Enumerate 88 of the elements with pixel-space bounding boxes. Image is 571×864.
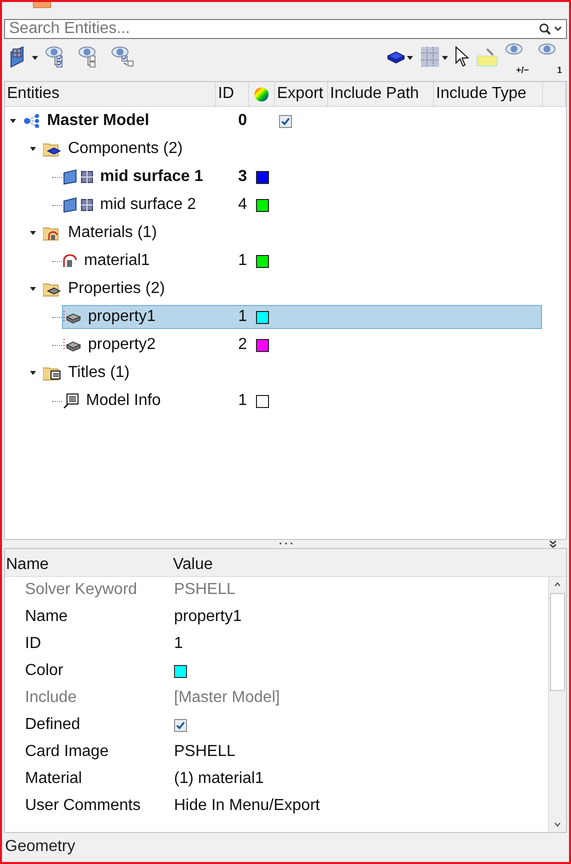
- tree-row[interactable]: material1 1: [62, 249, 542, 274]
- network-icon: [23, 114, 40, 128]
- entity-name: mid surface 2: [100, 196, 196, 214]
- collapse-icon[interactable]: [549, 540, 557, 548]
- property-name: Solver Keyword: [25, 581, 138, 600]
- folder-icon: [43, 281, 61, 298]
- material-icon: [63, 254, 77, 268]
- tree-row[interactable]: property1 1: [62, 305, 542, 330]
- property-icon: [63, 310, 81, 324]
- entity-name: property2: [88, 336, 156, 354]
- search-field[interactable]: Search Entities...: [4, 18, 567, 39]
- column-header[interactable]: Export: [275, 82, 328, 106]
- tree-row[interactable]: mid surface 2 4: [62, 193, 542, 218]
- folder-icon: [43, 141, 61, 158]
- property-name: Name: [25, 608, 69, 626]
- checkbox[interactable]: [174, 718, 187, 732]
- grip-icon[interactable]: [278, 542, 292, 546]
- property-name: Include: [25, 689, 78, 708]
- tree-row[interactable]: Materials (1): [42, 221, 542, 246]
- entity-name: Titles (1): [68, 364, 130, 382]
- property-icon: [63, 338, 81, 352]
- color-swatch[interactable]: [256, 338, 269, 352]
- column-header[interactable]: Entities: [5, 82, 216, 106]
- surface-icon: [63, 197, 77, 214]
- entity-id: 1: [237, 308, 248, 326]
- checkbox[interactable]: [279, 114, 292, 128]
- note-icon: [63, 393, 79, 410]
- entity-name: property1: [88, 308, 156, 326]
- color-swatch[interactable]: [256, 394, 269, 408]
- folder-icon: [43, 225, 61, 242]
- property-value: PSHELL: [174, 581, 236, 598]
- eye-label: +/−: [516, 65, 529, 76]
- color-swatch[interactable]: [256, 170, 269, 184]
- color-wheel-icon[interactable]: [254, 86, 269, 102]
- caret-icon[interactable]: [553, 24, 563, 33]
- tree-row[interactable]: Model Info 1: [62, 389, 542, 414]
- column-header[interactable]: Value: [172, 556, 566, 574]
- color-swatch[interactable]: [256, 198, 269, 212]
- column-header[interactable]: Include Path: [328, 82, 434, 106]
- property-name: User Comments: [25, 797, 142, 816]
- folder-icon: [43, 365, 61, 382]
- highlight-icon[interactable]: [476, 47, 498, 68]
- color-swatch[interactable]: [256, 254, 269, 268]
- column-header[interactable]: Name: [5, 556, 172, 574]
- property-name: Defined: [25, 716, 82, 734]
- mesh-icon: [81, 199, 93, 212]
- entity-id: 1: [237, 392, 248, 410]
- entity-id: 2: [237, 336, 248, 354]
- status-text: Geometry: [5, 838, 76, 856]
- property-name: Material: [25, 770, 83, 788]
- scroll-thumb[interactable]: [550, 592, 565, 691]
- entity-name: Master Model: [47, 112, 150, 130]
- entity-id: 1: [237, 252, 248, 270]
- entity-name: Properties (2): [68, 280, 165, 298]
- color-swatch[interactable]: [256, 310, 269, 324]
- eye-label: 1: [556, 65, 562, 76]
- entity-id: 4: [237, 196, 248, 214]
- property-value: PSHELL: [174, 743, 236, 760]
- property-value: Hide In Menu/Export: [174, 797, 320, 814]
- solid-box-icon[interactable]: [387, 50, 405, 64]
- column-header[interactable]: ID: [216, 82, 249, 106]
- property-name: ID: [25, 635, 42, 654]
- entity-id: 3: [237, 168, 248, 186]
- color-swatch[interactable]: [174, 664, 187, 678]
- property-value: [Master Model]: [174, 689, 280, 706]
- tree-row[interactable]: Properties (2): [42, 277, 542, 302]
- search-icon[interactable]: [539, 22, 551, 35]
- scrollbar[interactable]: [548, 576, 566, 832]
- tree-row[interactable]: property2 2: [62, 333, 542, 358]
- tree-row[interactable]: Titles (1): [42, 361, 542, 386]
- property-name: Color: [25, 662, 64, 680]
- cursor-icon[interactable]: [455, 46, 469, 68]
- entity-name: Model Info: [86, 392, 161, 410]
- entity-name: mid surface 1: [100, 168, 204, 186]
- entity-name: material1: [84, 252, 150, 270]
- column-header[interactable]: Include Type: [434, 82, 543, 106]
- property-value: (1) material1: [174, 770, 264, 788]
- surface-icon: [63, 169, 77, 186]
- tree-row[interactable]: mid surface 1 3: [62, 165, 542, 190]
- tree-row[interactable]: Components (2): [42, 137, 542, 162]
- entity-name: Components (2): [68, 140, 183, 158]
- property-value: property1: [174, 608, 242, 626]
- property-name: Card Image: [25, 743, 110, 762]
- property-value: 1: [174, 635, 183, 652]
- mesh-icon: [81, 171, 93, 184]
- entity-name: Materials (1): [68, 224, 157, 242]
- tree-row[interactable]: Master Model 0: [22, 109, 542, 134]
- entity-id: 0: [237, 112, 248, 130]
